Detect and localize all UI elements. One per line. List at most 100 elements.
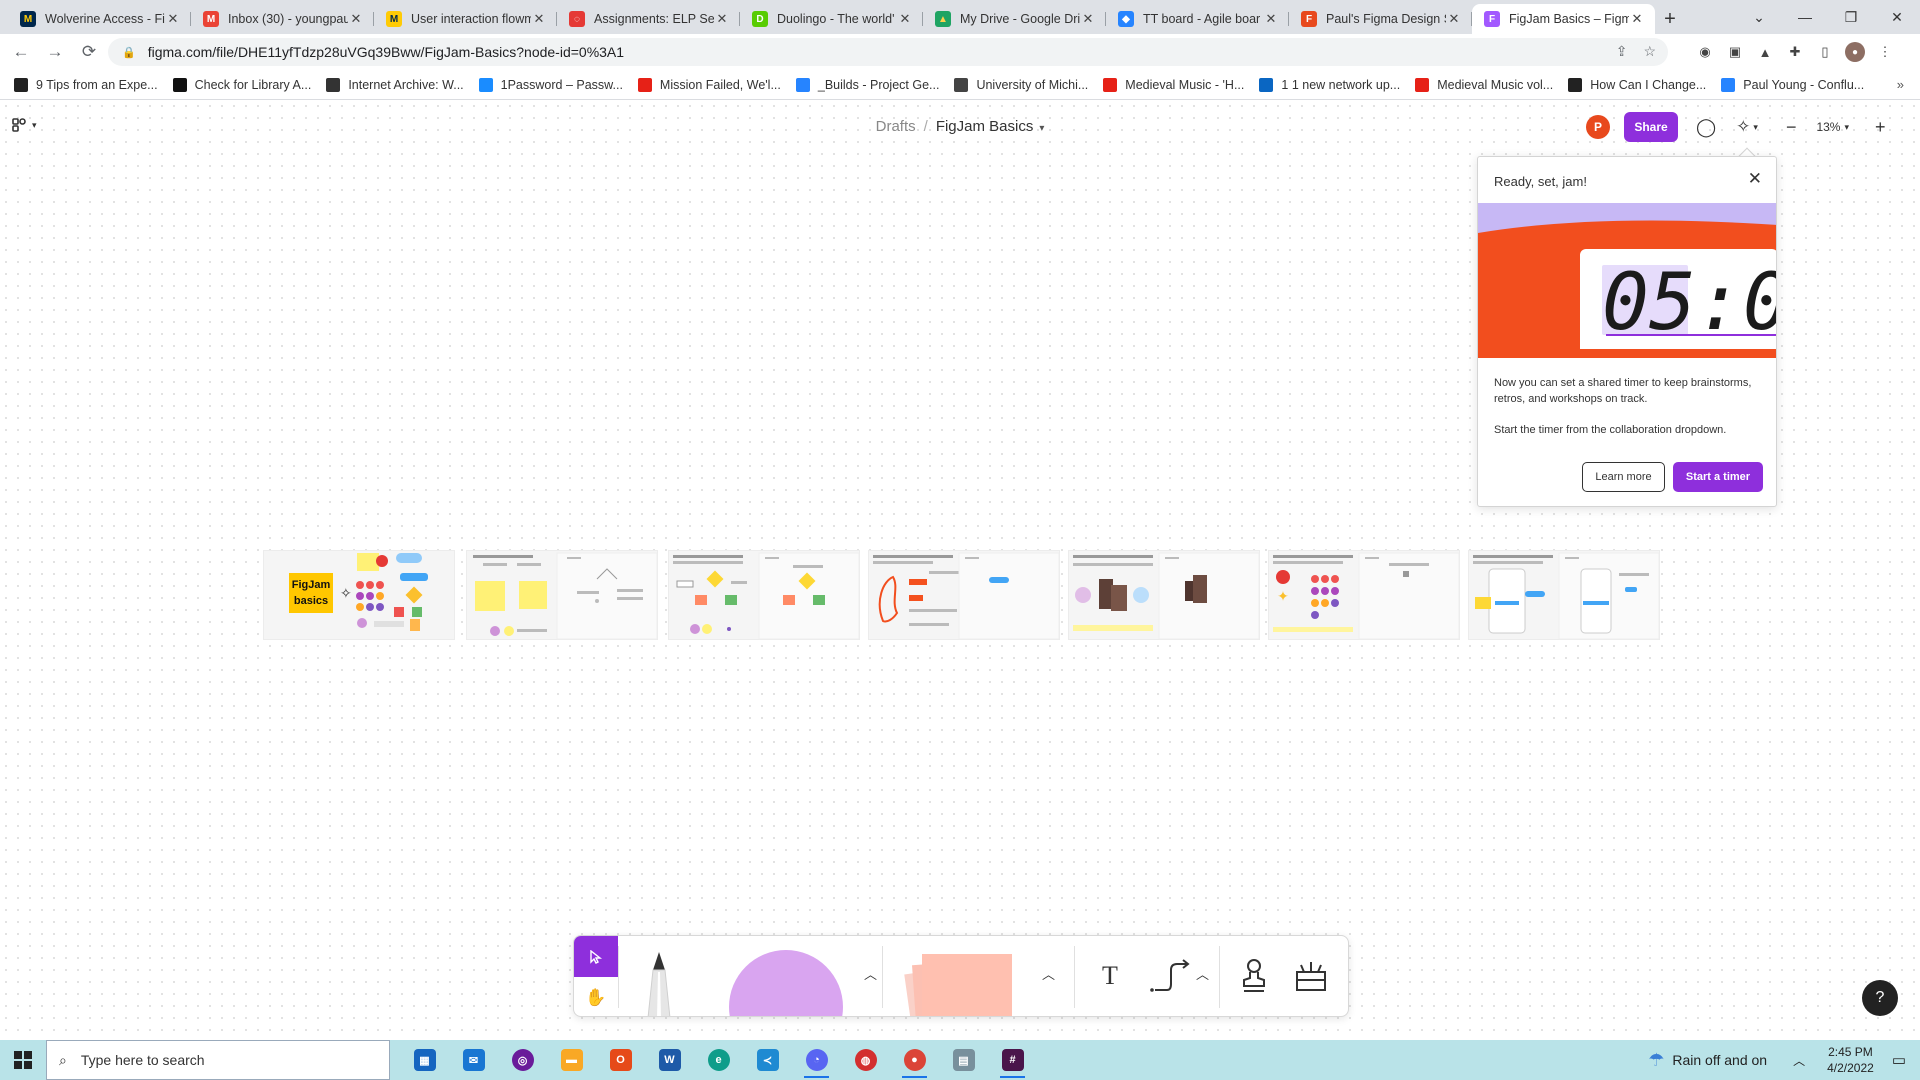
chevron-down-icon[interactable]: ▾ — [1844, 122, 1849, 133]
file-name[interactable]: FigJam Basics — [936, 118, 1034, 135]
avatar[interactable]: P — [1586, 115, 1610, 139]
zoom-level[interactable]: 13% — [1816, 120, 1840, 134]
back-button[interactable]: ← — [4, 37, 38, 67]
board-frame[interactable] — [668, 550, 860, 640]
close-icon[interactable]: ✕ — [897, 11, 913, 27]
bookmark-star-icon[interactable]: ☆ — [1643, 43, 1656, 60]
close-icon[interactable]: ✕ — [1080, 11, 1096, 27]
hand-tool-button[interactable]: ✋ — [574, 977, 618, 1016]
profile-avatar[interactable]: ● — [1845, 42, 1865, 62]
share-button[interactable]: Share — [1624, 112, 1678, 142]
browser-tab[interactable]: M Wolverine Access - Fin ✕ — [8, 4, 191, 34]
clock[interactable]: 2:45 PM 4/2/2022 — [1827, 1044, 1874, 1076]
more-tools-box-icon[interactable] — [1291, 956, 1331, 996]
comment-icon[interactable]: ◯ — [1696, 117, 1716, 138]
taskbar-app-office[interactable]: O — [596, 1040, 645, 1080]
bookmark-item[interactable]: How Can I Change... — [1568, 77, 1706, 92]
browser-tab[interactable]: F FigJam Basics – Figma ✕ — [1472, 4, 1655, 34]
bookmark-item[interactable]: 1 1 new network up... — [1259, 77, 1400, 92]
taskbar-app-mail[interactable]: ✉ — [449, 1040, 498, 1080]
screen-capture-icon[interactable]: ▣ — [1725, 42, 1745, 62]
taskbar-app-chrome[interactable]: ● — [890, 1040, 939, 1080]
taskbar-app-explorer[interactable]: ▬ — [547, 1040, 596, 1080]
taskbar-app-vscode[interactable]: ≺ — [743, 1040, 792, 1080]
board-frame[interactable]: FigJam basics ✧ — [263, 550, 455, 640]
bookmark-item[interactable]: University of Michi... — [954, 77, 1088, 92]
close-icon[interactable]: ✕ — [531, 11, 547, 27]
browser-tab[interactable]: F Paul's Figma Design S ✕ — [1289, 4, 1472, 34]
close-icon[interactable]: ✕ — [714, 11, 730, 27]
bookmark-item[interactable]: Medieval Music - 'H... — [1103, 77, 1244, 92]
close-window-button[interactable]: ✕ — [1874, 0, 1920, 34]
chevron-up-icon[interactable]: ︿ — [864, 964, 877, 983]
zoom-out-button[interactable]: − — [1786, 117, 1797, 138]
chevron-down-icon[interactable]: ▾ — [1039, 123, 1044, 134]
sticky-note-tool[interactable] — [904, 948, 1016, 1017]
chevron-down-icon[interactable]: ▾ — [1753, 122, 1758, 133]
zoom-in-button[interactable]: + — [1875, 117, 1886, 138]
start-timer-button[interactable]: Start a timer — [1673, 462, 1763, 492]
notifications-icon[interactable]: ▭ — [1892, 1051, 1906, 1069]
help-button[interactable]: ? — [1862, 980, 1898, 1016]
bookmarks-overflow-icon[interactable]: » — [1897, 77, 1904, 92]
figjam-canvas[interactable]: ▾ Drafts / FigJam Basics ▾ P Share ◯ ✧ ▾ − 1… — [0, 100, 1920, 1040]
new-tab-button[interactable]: + — [1655, 4, 1685, 34]
sidebar-icon[interactable]: ▯ — [1815, 42, 1835, 62]
shape-tool-circle[interactable] — [729, 950, 843, 1016]
close-icon[interactable]: ✕ — [1629, 11, 1645, 27]
browser-tab[interactable]: M Inbox (30) - youngpau ✕ — [191, 4, 374, 34]
minimize-button[interactable]: — — [1782, 0, 1828, 34]
taskbar-app-store[interactable]: ▦ — [400, 1040, 449, 1080]
board-frame[interactable] — [1068, 550, 1260, 640]
weather-widget[interactable]: ☂ Rain off and on — [1648, 1050, 1767, 1071]
bookmark-item[interactable]: 1Password – Passw... — [478, 77, 623, 92]
select-tool-button[interactable] — [574, 936, 618, 977]
collaboration-sparkle-icon[interactable]: ✧ — [1736, 117, 1750, 137]
stamp-tool-button[interactable] — [1234, 956, 1274, 996]
maximize-button[interactable]: ❐ — [1828, 0, 1874, 34]
reload-button[interactable]: ⟳ — [72, 37, 106, 67]
url-omnibox[interactable]: 🔒 figma.com/file/DHE11yfTdzp28uVGq39Bww/… — [108, 38, 1668, 66]
tab-search-chevron-icon[interactable]: ⌄ — [1736, 0, 1782, 34]
text-tool-button[interactable]: T — [1090, 956, 1130, 996]
chevron-up-icon[interactable]: ︿ — [1793, 1052, 1805, 1069]
puzzle-extensions-icon[interactable]: ✚ — [1785, 42, 1805, 62]
browser-tab[interactable]: ◌ Assignments: ELP Sem ✕ — [557, 4, 740, 34]
connector-tool-button[interactable] — [1149, 956, 1193, 996]
breadcrumb-drafts[interactable]: Drafts — [876, 118, 916, 135]
bookmark-item[interactable]: _Builds - Project Ge... — [795, 77, 939, 92]
browser-tab[interactable]: M User interaction flowm ✕ — [374, 4, 557, 34]
chevron-up-icon[interactable]: ︿ — [1196, 964, 1209, 983]
board-frame[interactable]: ✦ — [1268, 550, 1460, 640]
close-icon[interactable]: ✕ — [1446, 11, 1462, 27]
taskbar-app-slack[interactable]: # — [988, 1040, 1037, 1080]
taskbar-app-circle[interactable]: ◎ — [498, 1040, 547, 1080]
marker-pen-tool[interactable] — [634, 950, 684, 1017]
taskbar-app-discord[interactable]: ◔ — [792, 1040, 841, 1080]
browser-tab[interactable]: ▲ My Drive - Google Dri ✕ — [923, 4, 1106, 34]
bookmark-item[interactable]: Medieval Music vol... — [1415, 77, 1553, 92]
bookmark-item[interactable]: Paul Young - Conflu... — [1721, 77, 1864, 92]
browser-tab[interactable]: ◆ TT board - Agile boar ✕ — [1106, 4, 1289, 34]
board-frame[interactable] — [1468, 550, 1660, 640]
taskbar-app-word[interactable]: W — [645, 1040, 694, 1080]
browser-menu-icon[interactable]: ⋮ — [1875, 42, 1895, 62]
share-page-icon[interactable]: ⇪ — [1616, 43, 1628, 60]
bookmark-item[interactable]: Check for Library A... — [172, 77, 311, 92]
close-icon[interactable]: ✕ — [1263, 11, 1279, 27]
board-frame[interactable] — [868, 550, 1060, 640]
close-icon[interactable]: ✕ — [165, 11, 181, 27]
learn-more-button[interactable]: Learn more — [1582, 462, 1665, 492]
chevron-up-icon[interactable]: ︿ — [1042, 964, 1055, 983]
extension-a-icon[interactable]: ▲ — [1755, 42, 1775, 62]
board-frame[interactable] — [466, 550, 658, 640]
browser-tab[interactable]: D Duolingo - The world' ✕ — [740, 4, 923, 34]
close-icon[interactable]: ✕ — [348, 11, 364, 27]
bookmark-item[interactable]: 9 Tips from an Expe... — [14, 77, 158, 92]
close-icon[interactable]: ✕ — [1748, 169, 1762, 189]
bookmark-item[interactable]: Mission Failed, We'l... — [637, 77, 781, 92]
taskbar-app-edge[interactable]: e — [694, 1040, 743, 1080]
forward-button[interactable]: → — [38, 37, 72, 67]
windows-start-button[interactable] — [0, 1040, 46, 1080]
extension-icon[interactable]: ◉ — [1695, 42, 1715, 62]
